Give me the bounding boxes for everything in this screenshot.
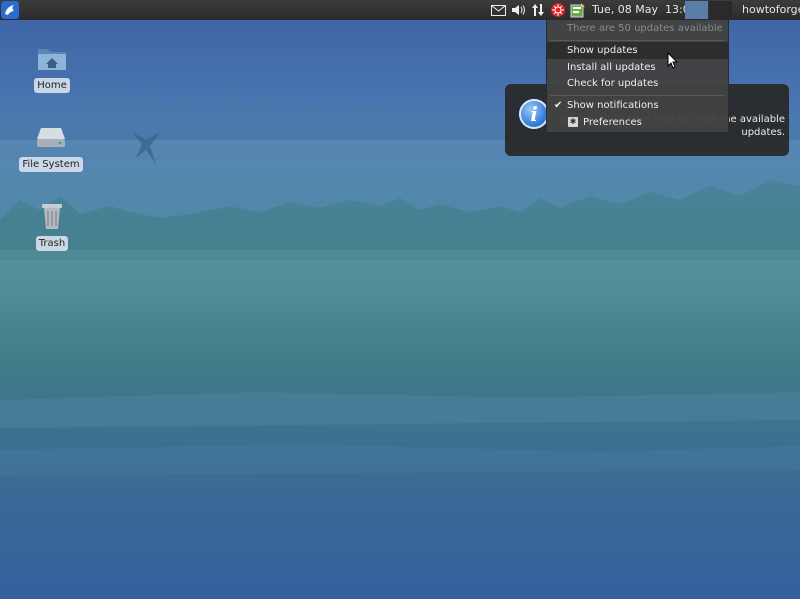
info-icon: i (519, 99, 549, 129)
desktop-icon-label: Trash (35, 236, 69, 251)
menu-separator (550, 40, 725, 41)
checkmark-icon: ✔ (554, 100, 563, 111)
network-icon[interactable] (530, 2, 546, 18)
desktop-icon-label: File System (19, 157, 83, 172)
menu-separator (550, 95, 725, 96)
menu-item-install-all-updates[interactable]: Install all updates (547, 59, 728, 76)
desktop-icon-trash[interactable]: Trash (17, 200, 87, 251)
user-menu[interactable]: howtoforge (742, 3, 800, 16)
mouse-cursor-icon (667, 52, 679, 69)
preferences-icon: ✱ (568, 117, 578, 127)
menu-header: There are 50 updates available (567, 23, 723, 34)
home-folder-icon (36, 42, 68, 74)
system-tray (490, 0, 590, 20)
menu-item-check-for-updates[interactable]: Check for updates (547, 75, 728, 92)
desktop-icon-label: Home (34, 78, 70, 93)
trash-icon (36, 200, 68, 232)
menu-item-label: Preferences (583, 117, 642, 128)
desktop-icon-file-system[interactable]: File System (16, 121, 86, 172)
drive-icon (35, 121, 67, 153)
clock[interactable]: Tue, 08 May 13:09 (592, 3, 697, 16)
top-panel: Tue, 08 May 13:09 howtoforge (0, 0, 800, 20)
menu-item-show-updates[interactable]: Show updates (547, 42, 728, 59)
desktop-icon-home[interactable]: Home (17, 42, 87, 93)
workspace-1[interactable] (685, 1, 708, 19)
volume-icon[interactable] (510, 2, 526, 18)
update-alert-icon[interactable] (550, 2, 566, 18)
menu-item-preferences[interactable]: ✱ Preferences (547, 114, 728, 131)
workspace-2[interactable] (709, 1, 732, 19)
menu-item-label: Show notifications (567, 100, 659, 111)
package-updater-icon[interactable] (570, 2, 586, 18)
xfce-menu-icon[interactable] (1, 1, 19, 19)
mail-icon[interactable] (490, 2, 506, 18)
menu-item-show-notifications[interactable]: ✔ Show notifications (547, 97, 728, 114)
updates-context-menu: There are 50 updates available Show upda… (546, 19, 729, 133)
